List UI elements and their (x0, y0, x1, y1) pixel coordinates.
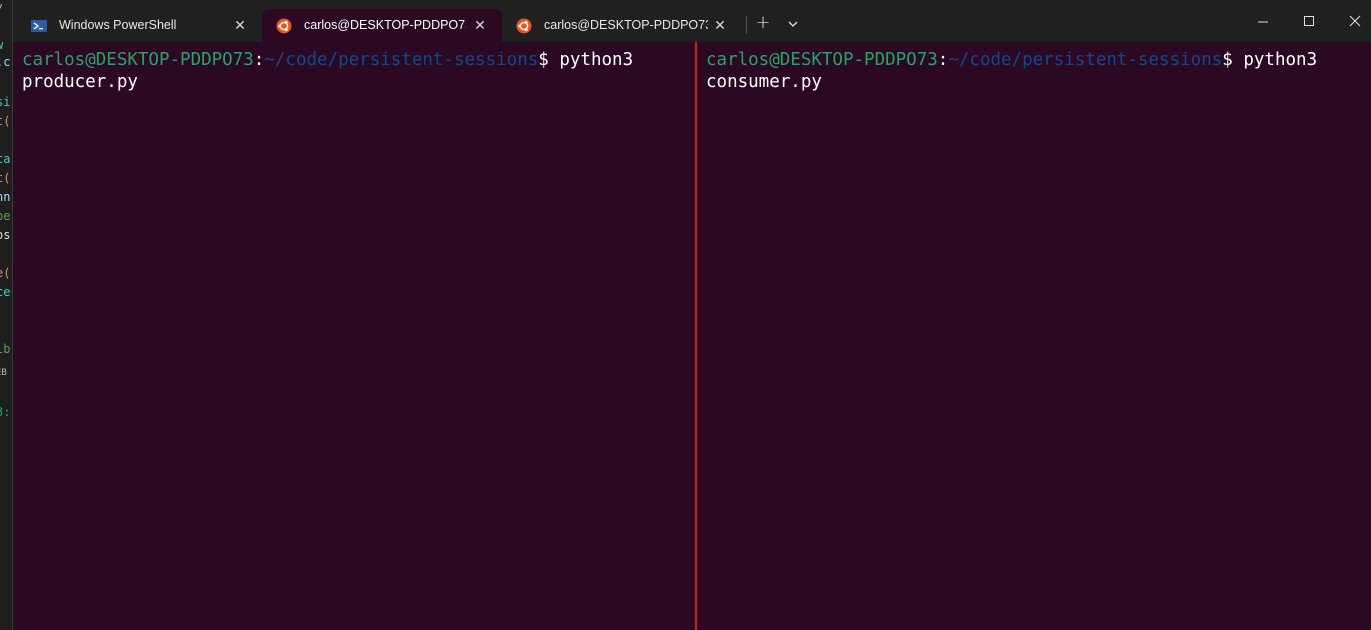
command-text: python3 (548, 50, 634, 70)
command-text-continued: producer.py (22, 72, 138, 92)
close-icon[interactable] (1345, 12, 1365, 32)
chevron-down-icon[interactable] (785, 15, 801, 31)
tab-ubuntu-active[interactable]: carlos@DESKTOP-PDDPO73: ~ ✕ (262, 9, 502, 42)
background-window-edge: / w .c si t( ca t( nn pe os e( ce lb EB … (0, 0, 12, 630)
close-tab-icon[interactable]: ✕ (711, 16, 729, 34)
windows-terminal-window: Windows PowerShell ✕ carlos@DESKTOP-PDDP… (12, 0, 1371, 630)
minimize-icon[interactable] (1253, 12, 1273, 32)
tab-ubuntu[interactable]: carlos@DESKTOP-PDDPO73: ~ ✕ (502, 9, 742, 42)
maximize-icon[interactable] (1299, 12, 1319, 32)
terminal-pane-right[interactable]: carlos@DESKTOP-PDDPO73:~/code/persistent… (697, 42, 1371, 630)
terminal-pane-left[interactable]: carlos@DESKTOP-PDDPO73:~/code/persistent… (13, 42, 695, 630)
tab-title: carlos@DESKTOP-PDDPO73: ~ (304, 18, 466, 32)
ubuntu-icon (516, 18, 532, 34)
prompt-symbol: $ (538, 50, 549, 70)
tab-title: Windows PowerShell (59, 18, 177, 32)
prompt-path: ~/code/persistent-sessions (948, 50, 1223, 70)
terminal-output: carlos@DESKTOP-PDDPO73:~/code/persistent… (706, 49, 1317, 93)
command-text-continued: consumer.py (706, 72, 822, 92)
close-tab-icon[interactable]: ✕ (471, 16, 489, 34)
tab-separator (746, 16, 747, 34)
new-tab-button[interactable]: + (753, 13, 773, 33)
command-text: python3 (1232, 50, 1318, 70)
tab-powershell[interactable]: Windows PowerShell ✕ (17, 9, 257, 42)
prompt-user-host: carlos@DESKTOP-PDDPO73 (706, 50, 938, 70)
prompt-user-host: carlos@DESKTOP-PDDPO73 (22, 50, 254, 70)
terminal-output: carlos@DESKTOP-PDDPO73:~/code/persistent… (22, 49, 633, 93)
prompt-path: ~/code/persistent-sessions (264, 50, 539, 70)
prompt-colon: : (937, 50, 949, 70)
tab-title: carlos@DESKTOP-PDDPO73: ~ (544, 18, 708, 32)
title-bar: Windows PowerShell ✕ carlos@DESKTOP-PDDP… (13, 0, 1371, 42)
ubuntu-icon (276, 18, 292, 34)
prompt-symbol: $ (1222, 50, 1233, 70)
powershell-icon (31, 18, 47, 34)
close-tab-icon[interactable]: ✕ (231, 16, 249, 34)
prompt-colon: : (253, 50, 265, 70)
